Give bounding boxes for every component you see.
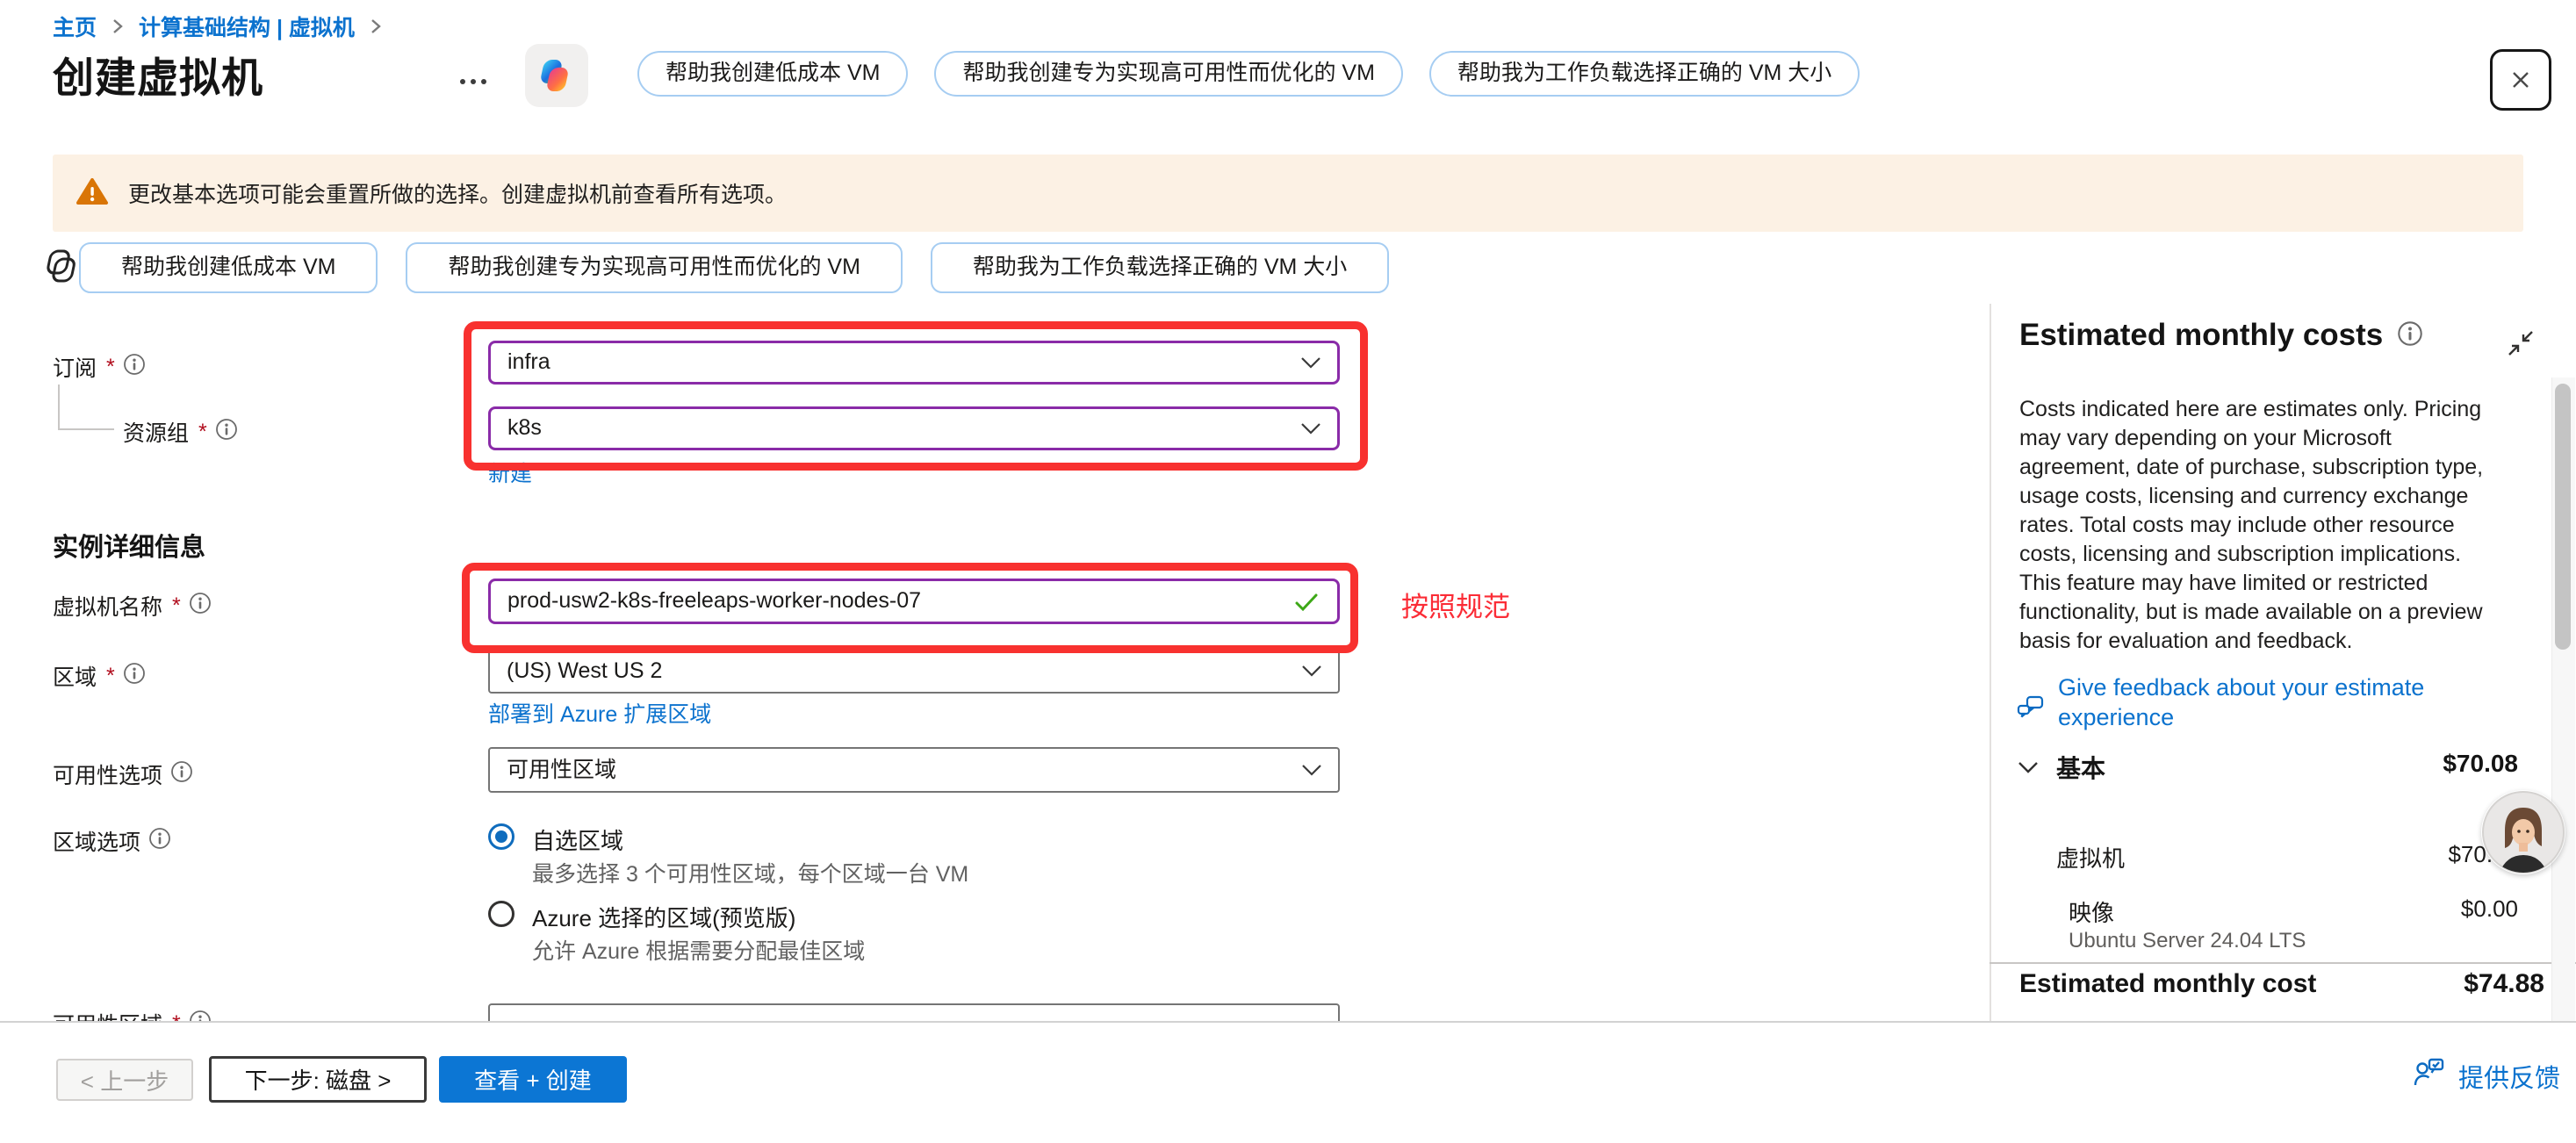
copilot-prompt-row-inline: 帮助我创建低成本 VM 帮助我创建专为实现高可用性而优化的 VM 帮助我为工作负… [79,242,1389,293]
cost-row-label: 虚拟机 [2056,841,2125,873]
info-icon[interactable] [148,827,171,856]
availability-zone-label: 可用性区域* [53,1008,212,1021]
info-icon[interactable] [215,418,238,447]
cost-total-label: Estimated monthly cost [2019,969,2316,999]
scrollbar-thumb[interactable] [2555,384,2571,650]
availability-options-label: 可用性选项 [53,758,193,790]
prompt-right-size-button[interactable]: 帮助我为工作负载选择正确的 VM 大小 [1429,51,1860,97]
page-title: 创建虚拟机 [53,44,263,104]
subscription-dropdown[interactable]: infra [488,341,1340,385]
vm-name-annotation: 按照规范 [1401,585,1510,624]
cost-row-subtext: Ubuntu Server 24.04 LTS [2069,929,2306,953]
warning-message: 更改基本选项可能会重置所做的选择。创建虚拟机前查看所有选项。 [128,177,787,209]
chevron-right-icon [369,16,383,37]
prompt-low-cost-vm-button[interactable]: 帮助我创建低成本 VM [79,242,378,293]
breadcrumb-section[interactable]: 计算基础结构 | 虚拟机 [139,11,355,42]
chevron-down-icon [1301,763,1322,781]
cost-panel-title: Estimated monthly costs [2019,318,2383,353]
cost-panel-description: Costs indicated here are estimates only.… [2019,395,2500,656]
chevron-down-icon [1300,356,1321,374]
copilot-prompt-row-top: 帮助我创建低成本 VM 帮助我创建专为实现高可用性而优化的 VM 帮助我为工作负… [637,51,1860,97]
region-dropdown[interactable]: (US) West US 2 [488,648,1340,694]
edge-zone-link[interactable]: 部署到 Azure 扩展区域 [488,697,711,729]
radio-azure-selected-zones-label[interactable]: Azure 选择的区域(预览版) [532,901,795,933]
review-create-button[interactable]: 查看 + 创建 [439,1056,627,1103]
info-icon[interactable] [189,1010,212,1022]
close-icon [2508,67,2534,93]
cost-row-label: 映像 [2069,895,2114,928]
availability-zone-dropdown[interactable]: 区域 1 [488,1003,1340,1021]
resource-group-dropdown[interactable]: k8s [488,406,1340,450]
subscription-label: 订阅* [53,351,146,383]
availability-options-dropdown[interactable]: 可用性区域 [488,747,1340,793]
create-new-resource-group-link[interactable]: 新建 [488,456,532,488]
breadcrumb: 主页 计算基础结构 | 虚拟机 [53,11,383,42]
copilot-icon[interactable] [525,44,588,107]
info-icon[interactable] [170,760,193,789]
panel-divider [1990,304,1991,1021]
feedback-link[interactable]: 提供反馈 [2413,1057,2560,1096]
chevron-right-icon [111,16,125,37]
radio-azure-selected-zones[interactable] [488,901,514,927]
chevron-down-icon [1300,421,1321,440]
chevron-down-icon [1301,664,1322,682]
next-step-disks-button[interactable]: 下一步: 磁盘 > [209,1056,427,1103]
radio-self-selected-zones[interactable] [488,823,514,850]
avatar[interactable] [2481,790,2565,874]
breadcrumb-home[interactable]: 主页 [53,11,97,42]
cost-group-value: $70.08 [2248,750,2518,778]
tree-connector [58,385,114,430]
prompt-high-availability-button[interactable]: 帮助我创建专为实现高可用性而优化的 VM [934,51,1402,97]
resource-group-label: 资源组* [123,416,238,448]
cost-total-divider [1990,962,2576,964]
estimate-feedback-link[interactable]: Give feedback about your estimate experi… [2016,672,2508,732]
vm-name-input[interactable]: prod-usw2-k8s-freeleaps-worker-nodes-07 [488,579,1340,624]
radio-azure-selected-zones-desc: 允许 Azure 根据需要分配最佳区域 [532,934,865,966]
collapse-panel-icon[interactable] [2508,330,2534,361]
region-label: 区域* [53,660,146,692]
prompt-low-cost-vm-button[interactable]: 帮助我创建低成本 VM [637,51,908,97]
zone-options-label: 区域选项 [53,825,171,857]
more-menu-button[interactable] [460,70,502,93]
vm-name-label: 虚拟机名称* [53,590,212,622]
cost-row-value: $0.00 [2283,895,2518,923]
info-icon[interactable] [189,592,212,621]
cost-total-value: $74.88 [2300,969,2544,999]
instance-details-heading: 实例详细信息 [53,527,205,564]
feedback-bubbles-icon [2016,694,2046,732]
info-icon[interactable] [123,662,146,691]
warning-icon [76,176,109,211]
availability-zone-row-clipped: 可用性区域* 区域 1 [0,1003,1990,1021]
close-button[interactable] [2490,49,2551,111]
valid-check-icon [1295,593,1318,617]
prompt-high-availability-button[interactable]: 帮助我创建专为实现高可用性而优化的 VM [406,242,902,293]
prompt-right-size-button[interactable]: 帮助我为工作负载选择正确的 VM 大小 [931,242,1389,293]
cost-panel-header: Estimated monthly costs [2019,318,2423,353]
info-icon[interactable] [123,353,146,382]
cost-group-label[interactable]: 基本 [2056,750,2105,785]
create-vm-page: 主页 计算基础结构 | 虚拟机 创建虚拟机 [0,0,2576,1143]
warning-banner: 更改基本选项可能会重置所做的选择。创建虚拟机前查看所有选项。 [53,155,2523,232]
previous-step-button[interactable]: < 上一步 [56,1059,193,1101]
radio-self-selected-zones-desc: 最多选择 3 个可用性区域，每个区域一台 VM [532,857,968,888]
person-feedback-icon [2413,1057,2446,1096]
radio-self-selected-zones-label[interactable]: 自选区域 [532,823,623,856]
chevron-down-icon[interactable] [2018,760,2039,779]
info-icon[interactable] [2397,320,2423,351]
